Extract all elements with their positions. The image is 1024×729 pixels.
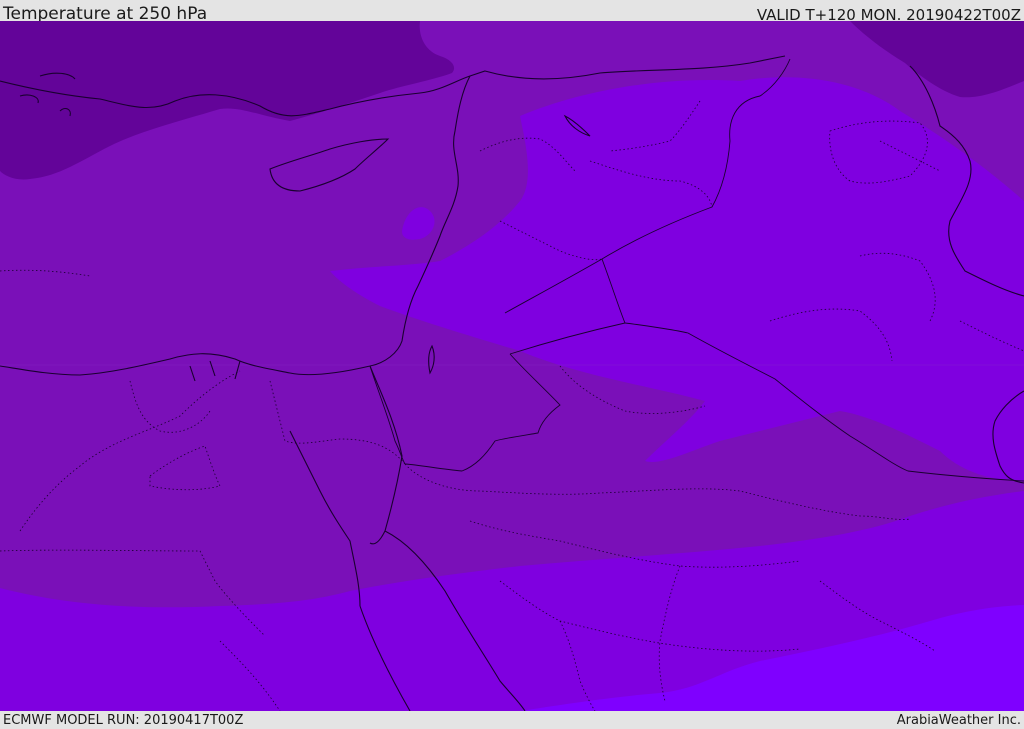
footer-bar: ECMWF MODEL RUN: 20190417T00Z ArabiaWeat… [0,711,1024,729]
map-area[interactable] [0,21,1024,711]
temperature-map [0,21,1024,711]
model-run: ECMWF MODEL RUN: 20190417T00Z [3,713,244,728]
credit-text: ArabiaWeather Inc. [896,713,1021,728]
header-bar: Temperature at 250 hPa VALID T+120 MON. … [0,0,1024,24]
